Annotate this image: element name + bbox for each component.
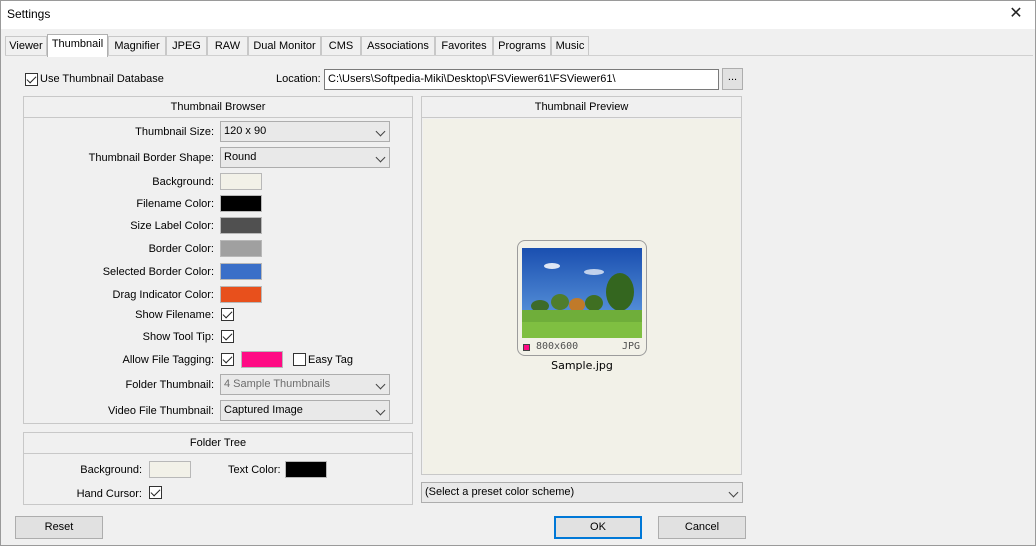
folder-thumbnail-label: Folder Thumbnail: — [125, 379, 214, 391]
folder-background-swatch[interactable] — [149, 461, 191, 478]
folder-thumbnail-select[interactable]: 4 Sample Thumbnails — [220, 374, 390, 395]
text-color-label: Text Color: — [228, 464, 281, 476]
cancel-button[interactable]: Cancel — [658, 516, 746, 539]
sample-image — [522, 248, 642, 338]
use-db-label: Use Thumbnail Database — [40, 73, 164, 85]
border-color-label: Border Color: — [148, 243, 214, 255]
folder-tree-title: Folder Tree — [24, 433, 412, 454]
size-label-color-label: Size Label Color: — [130, 220, 214, 232]
tab-programs[interactable]: Programs — [493, 36, 551, 56]
tab-jpeg[interactable]: JPEG — [166, 36, 207, 56]
drag-indicator-color-swatch[interactable] — [220, 286, 262, 303]
background-color-swatch[interactable] — [220, 173, 262, 190]
chevron-down-icon — [375, 379, 386, 390]
thumbnail-browser-group: Thumbnail Browser Thumbnail Size: 120 x … — [23, 96, 413, 424]
folder-thumbnail-value: 4 Sample Thumbnails — [224, 378, 331, 390]
border-shape-label: Thumbnail Border Shape: — [88, 152, 214, 164]
easy-tag-label: Easy Tag — [308, 354, 354, 366]
video-thumbnail-select[interactable]: Captured Image — [220, 400, 390, 421]
thumbnail-tab-page: Use Thumbnail Database Location: C:\User… — [5, 55, 1033, 508]
filename-color-swatch[interactable] — [220, 195, 262, 212]
show-filename-checkbox[interactable] — [221, 308, 234, 321]
tab-associations[interactable]: Associations — [361, 36, 435, 56]
thumbnail-browser-title: Thumbnail Browser — [24, 97, 412, 118]
tag-color-swatch[interactable] — [241, 351, 283, 368]
tag-indicator — [523, 344, 530, 351]
chevron-down-icon — [728, 487, 739, 498]
location-label: Location: — [276, 73, 321, 85]
chevron-down-icon — [375, 152, 386, 163]
location-input[interactable]: C:\Users\Softpedia-Miki\Desktop\FSViewer… — [324, 69, 719, 90]
use-db-checkbox[interactable] — [25, 73, 38, 86]
tab-thumbnail[interactable]: Thumbnail — [47, 34, 108, 57]
show-filename-label: Show Filename: — [135, 309, 214, 321]
settings-window: Settings ✕ Viewer Thumbnail Magnifier JP… — [0, 0, 1036, 546]
easy-tag-checkbox[interactable] — [293, 353, 306, 366]
tab-cms[interactable]: CMS — [321, 36, 361, 56]
tab-music[interactable]: Music — [551, 36, 589, 56]
hand-cursor-checkbox[interactable] — [149, 486, 162, 499]
folder-tree-group: Folder Tree Background: Text Color: Hand… — [23, 432, 413, 505]
folder-background-label: Background: — [80, 464, 142, 476]
thumbnail-preview-group: Thumbnail Preview 800x600 JPG Sample.jpg — [421, 96, 742, 475]
drag-indicator-color-label: Drag Indicator Color: — [112, 289, 215, 301]
show-tooltip-checkbox[interactable] — [221, 330, 234, 343]
thumbnail-size-label: Thumbnail Size: — [135, 126, 214, 138]
preset-scheme-value: (Select a preset color scheme) — [425, 486, 575, 498]
video-thumbnail-label: Video File Thumbnail: — [108, 405, 214, 417]
sample-thumbnail[interactable]: 800x600 JPG — [517, 240, 647, 356]
preset-scheme-select[interactable]: (Select a preset color scheme) — [421, 482, 743, 503]
selected-border-color-label: Selected Border Color: — [102, 266, 214, 278]
window-title: Settings — [7, 7, 51, 21]
chevron-down-icon — [375, 126, 386, 137]
tab-dual-monitor[interactable]: Dual Monitor — [248, 36, 321, 56]
thumb-dimensions: 800x600 — [536, 341, 579, 352]
thumb-extension: JPG — [621, 341, 640, 352]
title-bar: Settings ✕ — [1, 1, 1035, 29]
video-thumbnail-value: Captured Image — [224, 404, 303, 416]
tab-magnifier[interactable]: Magnifier — [108, 36, 166, 56]
border-shape-value: Round — [224, 151, 257, 163]
reset-button[interactable]: Reset — [15, 516, 103, 539]
ok-button[interactable]: OK — [554, 516, 642, 539]
show-tooltip-label: Show Tool Tip: — [142, 331, 214, 343]
file-tagging-checkbox[interactable] — [221, 353, 234, 366]
selected-border-color-swatch[interactable] — [220, 263, 262, 280]
border-shape-select[interactable]: Round — [220, 147, 390, 168]
hand-cursor-label: Hand Cursor: — [76, 488, 142, 500]
thumbnail-preview-title: Thumbnail Preview — [422, 97, 741, 118]
chevron-down-icon — [375, 405, 386, 416]
background-label: Background: — [152, 176, 214, 188]
browse-button[interactable]: ... — [722, 68, 743, 90]
file-tagging-label: Allow File Tagging: — [122, 354, 214, 366]
preview-canvas: 800x600 JPG Sample.jpg — [423, 119, 740, 474]
border-color-swatch[interactable] — [220, 240, 262, 257]
tab-viewer[interactable]: Viewer — [5, 36, 47, 56]
thumb-filename: Sample.jpg — [551, 359, 613, 372]
size-label-color-swatch[interactable] — [220, 217, 262, 234]
tab-favorites[interactable]: Favorites — [435, 36, 493, 56]
thumbnail-size-value: 120 x 90 — [224, 125, 267, 137]
tab-raw[interactable]: RAW — [207, 36, 248, 56]
thumbnail-size-select[interactable]: 120 x 90 — [220, 121, 390, 142]
close-icon[interactable]: ✕ — [1003, 3, 1029, 27]
filename-color-label: Filename Color: — [136, 198, 214, 210]
text-color-swatch[interactable] — [285, 461, 327, 478]
